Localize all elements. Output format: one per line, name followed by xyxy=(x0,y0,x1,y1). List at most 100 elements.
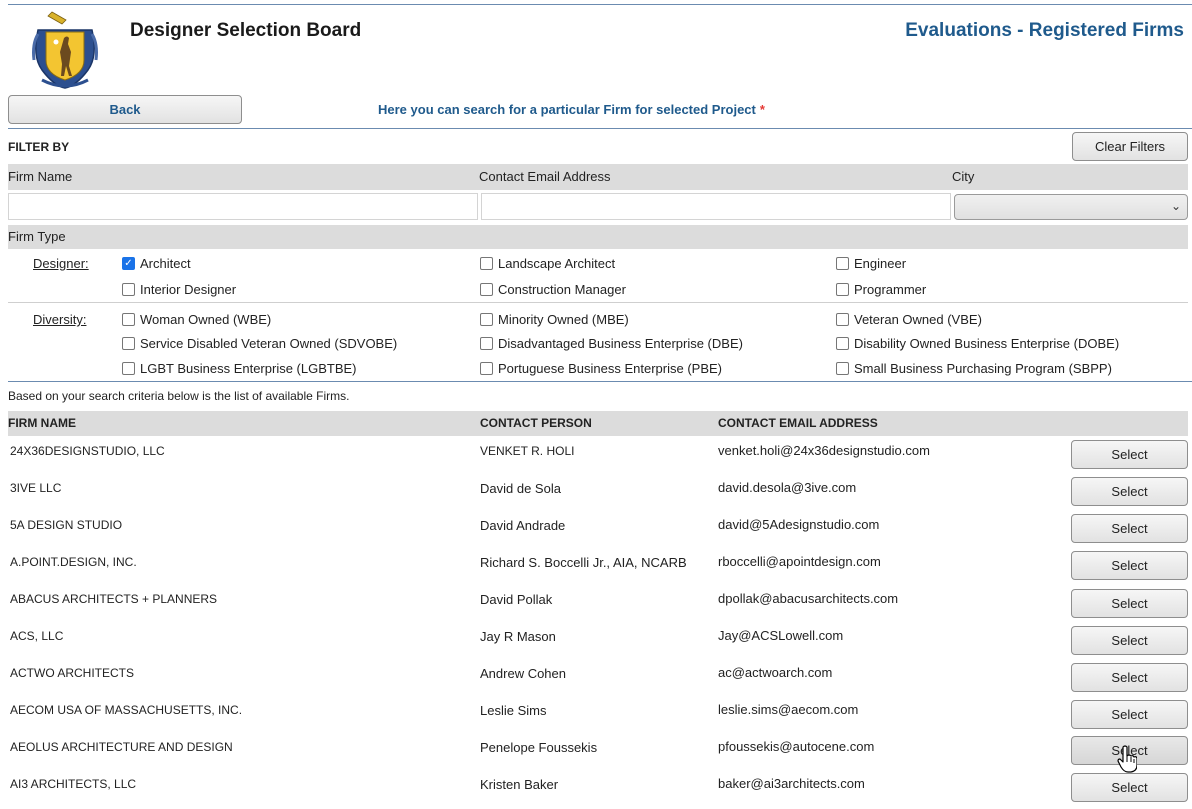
checkbox-icon[interactable] xyxy=(480,257,493,270)
checkbox-icon[interactable] xyxy=(836,362,849,375)
checkbox-icon[interactable] xyxy=(836,257,849,270)
back-button[interactable]: Back xyxy=(8,95,242,124)
contact-person-cell: Richard S. Boccelli Jr., AIA, NCARB xyxy=(480,555,687,570)
select-button[interactable]: Select xyxy=(1071,551,1188,580)
checkbox-icon[interactable] xyxy=(122,362,135,375)
contact-email-cell: Jay@ACSLowell.com xyxy=(718,628,844,643)
checkbox-vbe[interactable]: Veteran Owned (VBE) xyxy=(836,312,982,327)
checkbox-checked-icon[interactable]: ✓ xyxy=(122,257,135,270)
checkbox-wbe[interactable]: Woman Owned (WBE) xyxy=(122,312,271,327)
contact-person-cell: Leslie Sims xyxy=(480,703,547,718)
checkbox-label: Landscape Architect xyxy=(498,256,616,271)
column-contact-person: CONTACT PERSON xyxy=(480,416,592,430)
checkbox-programmer[interactable]: Programmer xyxy=(836,282,926,297)
contact-person-cell: David Andrade xyxy=(480,518,566,533)
contact-email-cell: baker@ai3architects.com xyxy=(718,776,865,791)
top-border xyxy=(8,4,1192,5)
search-hint-text: Here you can search for a particular Fir… xyxy=(378,102,756,117)
contact-email-cell: david@5Adesignstudio.com xyxy=(718,517,880,532)
checkbox-label: Service Disabled Veteran Owned (SDVOBE) xyxy=(140,336,398,351)
checkbox-icon[interactable] xyxy=(836,283,849,296)
firm-name-cell: 3IVE LLC xyxy=(10,481,62,495)
table-row: AI3 ARCHITECTS, LLC Kristen Baker baker@… xyxy=(8,772,1188,809)
table-row: 24X36DESIGNSTUDIO, LLC VENKET R. HOLI ve… xyxy=(8,438,1188,475)
select-button[interactable]: Select xyxy=(1071,477,1188,506)
contact-email-cell: venket.holi@24x36designstudio.com xyxy=(718,443,930,458)
select-button[interactable]: Select xyxy=(1071,440,1188,469)
state-seal-logo xyxy=(32,11,98,89)
contact-person-cell: Penelope Foussekis xyxy=(480,740,598,755)
table-row: ABACUS ARCHITECTS + PLANNERS David Polla… xyxy=(8,586,1188,623)
firm-name-cell: A.POINT.DESIGN, INC. xyxy=(10,555,137,569)
checkbox-label: Small Business Purchasing Program (SBPP) xyxy=(854,361,1112,376)
select-button[interactable]: Select xyxy=(1071,663,1188,692)
city-select[interactable]: ⌄ xyxy=(954,194,1188,220)
checkbox-label: Interior Designer xyxy=(140,282,237,297)
contact-person-cell: David de Sola xyxy=(480,481,561,496)
section-divider xyxy=(8,128,1192,129)
checkbox-label: Disability Owned Business Enterprise (DO… xyxy=(854,336,1120,351)
contact-email-cell: rboccelli@apointdesign.com xyxy=(718,554,881,569)
filter-by-label: FILTER BY xyxy=(8,140,70,154)
column-contact-email: CONTACT EMAIL ADDRESS xyxy=(718,416,878,430)
checkbox-label: Woman Owned (WBE) xyxy=(140,312,272,327)
checkbox-icon[interactable] xyxy=(836,337,849,350)
checkbox-landscape-architect[interactable]: Landscape Architect xyxy=(480,256,615,271)
select-button[interactable]: Select xyxy=(1071,626,1188,655)
checkbox-label: Veteran Owned (VBE) xyxy=(854,312,982,327)
firm-name-cell: AEOLUS ARCHITECTURE AND DESIGN xyxy=(10,740,233,754)
firm-name-label: Firm Name xyxy=(8,169,73,184)
contact-email-input[interactable] xyxy=(481,193,951,220)
checkbox-icon[interactable] xyxy=(122,283,135,296)
checkbox-interior-designer[interactable]: Interior Designer xyxy=(122,282,236,297)
checkbox-label: Architect xyxy=(140,256,191,271)
filter-header-bar: Firm Name Contact Email Address City xyxy=(8,164,1188,190)
page-title: Evaluations - Registered Firms xyxy=(905,20,1184,41)
checkbox-label: Minority Owned (MBE) xyxy=(498,312,629,327)
checkbox-dobe[interactable]: Disability Owned Business Enterprise (DO… xyxy=(836,336,1119,351)
results-note: Based on your search criteria below is t… xyxy=(8,389,350,403)
firm-name-cell: 5A DESIGN STUDIO xyxy=(10,518,123,532)
contact-email-cell: pfoussekis@autocene.com xyxy=(718,739,875,754)
checkbox-label: Portuguese Business Enterprise (PBE) xyxy=(498,361,722,376)
checkbox-icon[interactable] xyxy=(122,337,135,350)
checkbox-engineer[interactable]: Engineer xyxy=(836,256,906,271)
required-asterisk-icon: * xyxy=(759,102,765,117)
contact-email-cell: ac@actwoarch.com xyxy=(718,665,833,680)
checkbox-lgbtbe[interactable]: LGBT Business Enterprise (LGBTBE) xyxy=(122,361,357,376)
contact-email-cell: leslie.sims@aecom.com xyxy=(718,702,859,717)
checkbox-icon[interactable] xyxy=(480,313,493,326)
select-button[interactable]: Select xyxy=(1071,589,1188,618)
app-title: Designer Selection Board xyxy=(130,20,362,41)
diversity-label: Diversity: xyxy=(33,312,87,327)
checkbox-icon[interactable] xyxy=(480,337,493,350)
checkbox-pbe[interactable]: Portuguese Business Enterprise (PBE) xyxy=(480,361,722,376)
select-button[interactable]: Select xyxy=(1071,736,1188,765)
checkbox-dbe[interactable]: Disadvantaged Business Enterprise (DBE) xyxy=(480,336,743,351)
select-button[interactable]: Select xyxy=(1071,773,1188,802)
table-row: 5A DESIGN STUDIO David Andrade david@5Ad… xyxy=(8,512,1188,549)
contact-person-cell: VENKET R. HOLI xyxy=(480,444,575,458)
contact-person-cell: Jay R Mason xyxy=(480,629,556,644)
checkbox-sbpp[interactable]: Small Business Purchasing Program (SBPP) xyxy=(836,361,1112,376)
firm-name-cell: ABACUS ARCHITECTS + PLANNERS xyxy=(10,592,218,606)
select-button[interactable]: Select xyxy=(1071,700,1188,729)
checkbox-sdvobe[interactable]: Service Disabled Veteran Owned (SDVOBE) xyxy=(122,336,397,351)
clear-filters-button[interactable]: Clear Filters xyxy=(1072,132,1188,161)
select-button[interactable]: Select xyxy=(1071,514,1188,543)
checkbox-label: Engineer xyxy=(854,256,907,271)
checkbox-label: LGBT Business Enterprise (LGBTBE) xyxy=(140,361,357,376)
firm-name-cell: ACTWO ARCHITECTS xyxy=(10,666,135,680)
chevron-down-icon: ⌄ xyxy=(1170,199,1181,213)
checkbox-label: Construction Manager xyxy=(498,282,626,297)
checkbox-icon[interactable] xyxy=(480,283,493,296)
checkbox-construction-manager[interactable]: Construction Manager xyxy=(480,282,626,297)
checkbox-icon[interactable] xyxy=(480,362,493,375)
firm-name-input[interactable] xyxy=(8,193,478,220)
checkbox-architect[interactable]: ✓ Architect xyxy=(122,256,191,271)
checkbox-icon[interactable] xyxy=(122,313,135,326)
table-row: A.POINT.DESIGN, INC. Richard S. Boccelli… xyxy=(8,549,1188,586)
checkbox-mbe[interactable]: Minority Owned (MBE) xyxy=(480,312,629,327)
checkbox-icon[interactable] xyxy=(836,313,849,326)
table-row: 3IVE LLC David de Sola david.desola@3ive… xyxy=(8,475,1188,512)
